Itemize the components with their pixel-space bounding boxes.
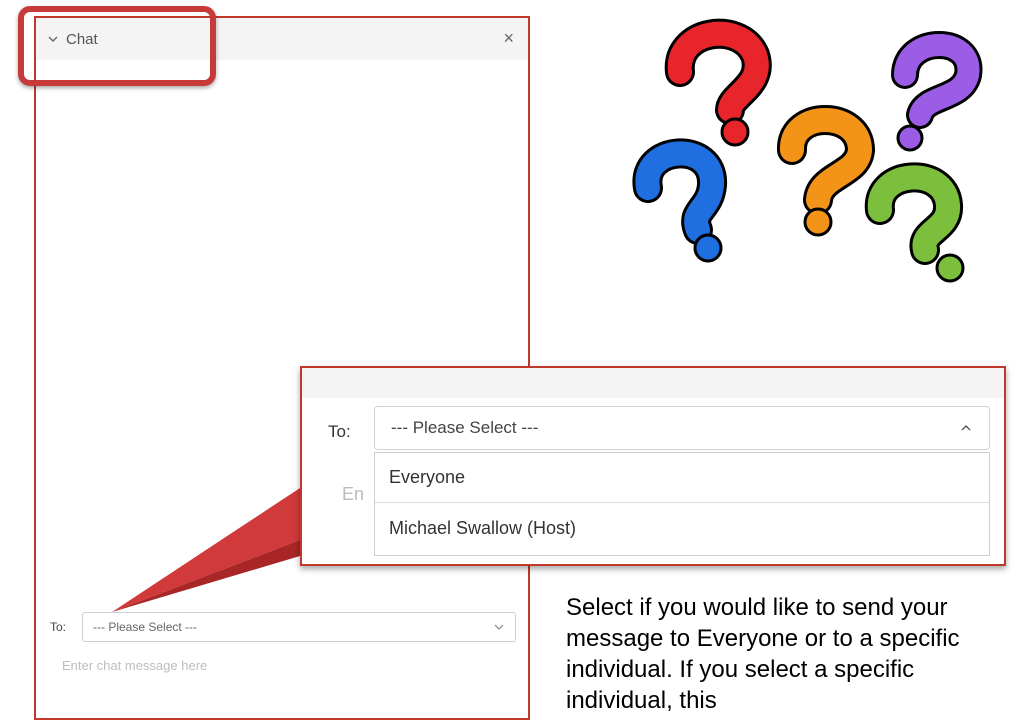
zoom-recipient-select[interactable]: --- Please Select ---: [374, 406, 990, 450]
question-marks-illustration: [632, 18, 983, 283]
zoom-select-value: --- Please Select ---: [391, 418, 539, 437]
zoom-header: [302, 368, 1004, 398]
zoom-message-input-partial: En: [342, 484, 365, 504]
question-mark-green-icon: [864, 162, 965, 283]
option-host[interactable]: Michael Swallow (Host): [375, 503, 989, 553]
recipient-options-list: Everyone Michael Swallow (Host): [374, 452, 990, 556]
zoomed-dropdown: To: --- Please Select --- En Everyone Mi…: [300, 366, 1006, 566]
question-mark-purple-icon: [891, 31, 983, 152]
question-mark-red-icon: [664, 18, 772, 147]
instruction-text: Select if you would like to send your me…: [566, 594, 960, 714]
chevron-up-icon: [961, 425, 971, 431]
option-everyone[interactable]: Everyone: [375, 453, 989, 503]
question-mark-orange-icon: [777, 105, 876, 237]
zoom-to-label: To:: [328, 422, 351, 441]
question-mark-blue-icon: [632, 138, 727, 263]
